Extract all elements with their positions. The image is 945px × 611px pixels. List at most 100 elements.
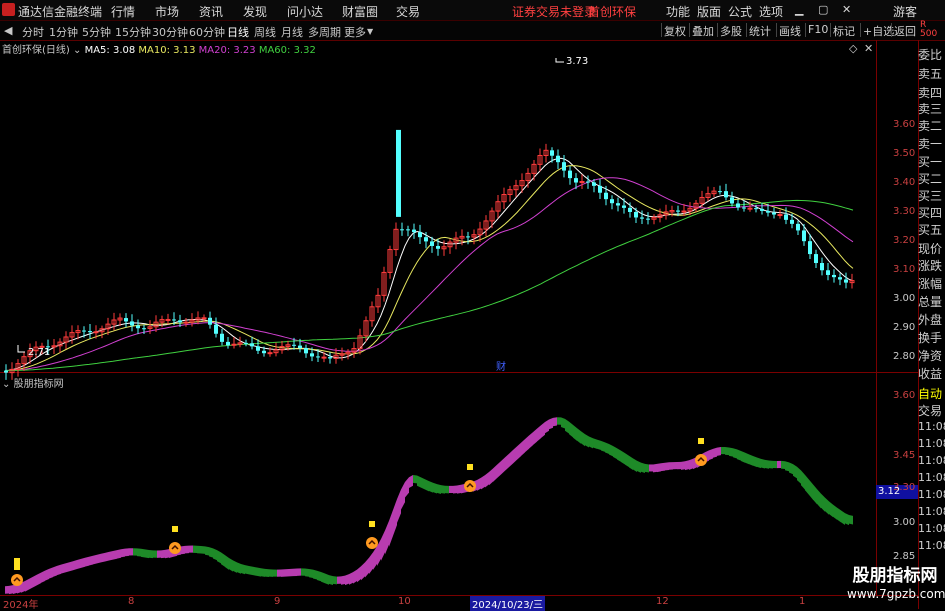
band-segment (385, 520, 389, 555)
band-segment (5, 585, 9, 594)
rp-buy4: 买四 (918, 206, 943, 220)
price-tick: 3.60 (893, 119, 916, 130)
band-segment (665, 462, 669, 471)
band-segment (77, 558, 81, 570)
candle-body-down (736, 203, 740, 208)
rp-time: 11:08 (918, 505, 945, 518)
signal-markers (11, 438, 707, 586)
band-segment (397, 489, 401, 523)
band-segment (677, 461, 681, 470)
rp-change-pct: 涨幅 (918, 277, 943, 291)
candle-body-down (784, 214, 788, 220)
candle-body-down (628, 207, 632, 212)
ma60-line (5, 199, 854, 372)
band-segment (121, 548, 125, 558)
rp-trade[interactable]: 交易 (918, 402, 945, 419)
band-segment (413, 475, 417, 484)
band-segment (709, 448, 713, 460)
band-segment (25, 578, 29, 592)
candle-body-down (646, 218, 650, 220)
rp-outer: 外盘 (918, 313, 943, 327)
band-segment (593, 438, 597, 449)
band-segment (273, 569, 277, 577)
candle-body-down (226, 341, 230, 346)
candle-body-down (316, 356, 320, 358)
date-label: 1 (799, 596, 806, 607)
candle-body-down (178, 320, 182, 323)
candle-body-down (610, 199, 614, 204)
band-segment (113, 550, 117, 560)
signal-circle-icon (11, 574, 23, 586)
band-segment (41, 570, 45, 583)
band-segment (93, 554, 97, 565)
candle-body-down (814, 254, 818, 264)
band-segment (573, 424, 577, 441)
candle-body-up (777, 214, 783, 217)
band-segment (673, 462, 677, 470)
candle-spike (396, 129, 401, 217)
band-segment (197, 545, 201, 554)
band-segment (597, 439, 601, 451)
high-price-label: 3.73 (566, 56, 589, 67)
candle-body-down (436, 245, 440, 249)
band-segment (809, 479, 813, 500)
band-segment (57, 564, 61, 576)
band-segment (453, 485, 457, 494)
band-segment (585, 434, 589, 448)
band-segment (301, 568, 305, 576)
band-segment (733, 448, 737, 459)
band-segment (617, 448, 621, 462)
band-segment (641, 462, 645, 473)
band-segment (745, 452, 749, 465)
band-segment (137, 548, 141, 557)
candle-body-down (412, 229, 416, 233)
band-segment (181, 545, 185, 555)
band-segment (669, 462, 673, 470)
band-segment (729, 447, 733, 457)
signal-circle-icon (464, 480, 476, 492)
price-tick: 3.10 (893, 264, 916, 275)
band-segment (237, 562, 241, 574)
rp-earnings: 收益 (918, 367, 943, 381)
rp-price: 现价 (918, 242, 943, 256)
candle-body-down (88, 331, 92, 333)
band-segment (409, 475, 413, 488)
band-segment (821, 493, 825, 512)
band-segment (537, 425, 541, 442)
signal-flag (14, 558, 20, 570)
band-segment (249, 565, 253, 576)
rp-time: 11:08 (918, 437, 945, 450)
candle-body-down (742, 207, 746, 209)
band-segment (577, 428, 581, 444)
band-segment (749, 454, 753, 466)
kline-chart[interactable] (0, 0, 945, 609)
candle-body-down (82, 330, 86, 332)
candle-body-down (730, 197, 734, 204)
band-segment (521, 439, 525, 456)
band-segment (477, 477, 481, 491)
rp-sell2: 卖二 (918, 119, 943, 133)
band-segment (689, 458, 693, 470)
candle-body-down (418, 232, 422, 238)
candle-body-up (165, 318, 171, 321)
band-segment (685, 460, 689, 471)
band-segment (497, 461, 501, 479)
candle-body-down (598, 185, 602, 193)
rp-auto[interactable]: 自动 (918, 385, 945, 402)
band-segment (353, 569, 357, 584)
band-segment (405, 477, 409, 498)
finance-marker[interactable]: 财 (496, 358, 506, 373)
candle-body-down (640, 217, 644, 219)
candle-body-down (256, 346, 260, 351)
band-segment (97, 553, 101, 564)
band-segment (581, 431, 585, 447)
rp-time: 11:08 (918, 471, 945, 484)
band-segment (241, 563, 245, 575)
band-segment (205, 546, 209, 556)
band-segment (349, 572, 353, 585)
sub-chart-menu-icon[interactable]: ⌄ (2, 379, 10, 390)
sub-tick: 2.85 (893, 551, 916, 562)
band-segment (509, 450, 513, 468)
band-segment (317, 570, 321, 582)
band-segment (457, 484, 461, 494)
